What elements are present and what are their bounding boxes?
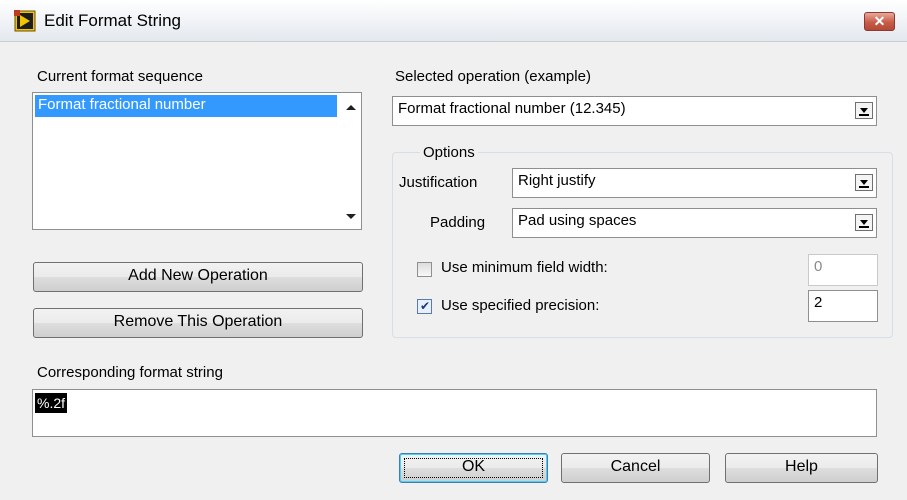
format-sequence-list[interactable]: Format fractional number bbox=[32, 92, 362, 230]
selected-operation-dropdown[interactable]: Format fractional number (12.345) bbox=[392, 96, 877, 126]
options-group-label: Options bbox=[420, 144, 478, 161]
precision-label: Use specified precision: bbox=[441, 297, 600, 314]
close-button[interactable]: ✕ bbox=[864, 12, 895, 31]
title-bar: Edit Format String ✕ bbox=[0, 0, 907, 42]
justification-value: Right justify bbox=[518, 172, 596, 189]
remove-operation-label: Remove This Operation bbox=[113, 313, 283, 330]
help-label: Help bbox=[785, 458, 818, 475]
precision-value: 2 bbox=[814, 294, 823, 311]
ok-button[interactable]: OK bbox=[399, 453, 548, 483]
justification-label: Justification bbox=[399, 174, 478, 191]
precision-field[interactable]: 2 bbox=[808, 290, 878, 322]
cancel-button[interactable]: Cancel bbox=[561, 453, 710, 483]
format-string-field[interactable]: %.2f bbox=[32, 389, 877, 437]
min-width-field[interactable]: 0 bbox=[808, 254, 878, 286]
precision-checkbox[interactable]: ✔ bbox=[417, 299, 432, 314]
checkmark-icon: ✔ bbox=[420, 299, 431, 313]
padding-value: Pad using spaces bbox=[518, 212, 637, 229]
ok-label: OK bbox=[461, 458, 486, 475]
selected-operation-value: Format fractional number (12.345) bbox=[398, 100, 626, 117]
sequence-list-item-selected[interactable]: Format fractional number bbox=[35, 95, 337, 117]
justification-dropdown[interactable]: Right justify bbox=[512, 168, 877, 198]
sequence-label: Current format sequence bbox=[37, 68, 203, 85]
add-operation-label: Add New Operation bbox=[128, 267, 268, 284]
padding-label: Padding bbox=[430, 214, 486, 231]
scroll-down-arrow-icon[interactable] bbox=[346, 214, 356, 219]
min-width-label: Use minimum field width: bbox=[441, 259, 608, 276]
selected-operation-label: Selected operation (example) bbox=[395, 68, 591, 85]
help-button[interactable]: Help bbox=[725, 453, 878, 483]
window-title: Edit Format String bbox=[44, 11, 181, 30]
format-string-value: %.2f bbox=[35, 393, 68, 413]
format-string-label: Corresponding format string bbox=[37, 364, 223, 381]
add-operation-button[interactable]: Add New Operation bbox=[33, 262, 363, 292]
min-width-checkbox[interactable] bbox=[417, 262, 432, 277]
cancel-label: Cancel bbox=[610, 458, 661, 475]
remove-operation-button[interactable]: Remove This Operation bbox=[33, 308, 363, 338]
min-width-value: 0 bbox=[814, 258, 823, 275]
app-icon bbox=[14, 10, 36, 32]
sequence-list-scrollbar[interactable] bbox=[340, 93, 361, 229]
padding-dropdown[interactable]: Pad using spaces bbox=[512, 208, 877, 238]
scroll-up-arrow-icon[interactable] bbox=[346, 105, 356, 110]
dropdown-arrow-icon[interactable] bbox=[855, 102, 873, 119]
dropdown-arrow-icon[interactable] bbox=[855, 214, 873, 231]
dropdown-arrow-icon[interactable] bbox=[855, 174, 873, 191]
